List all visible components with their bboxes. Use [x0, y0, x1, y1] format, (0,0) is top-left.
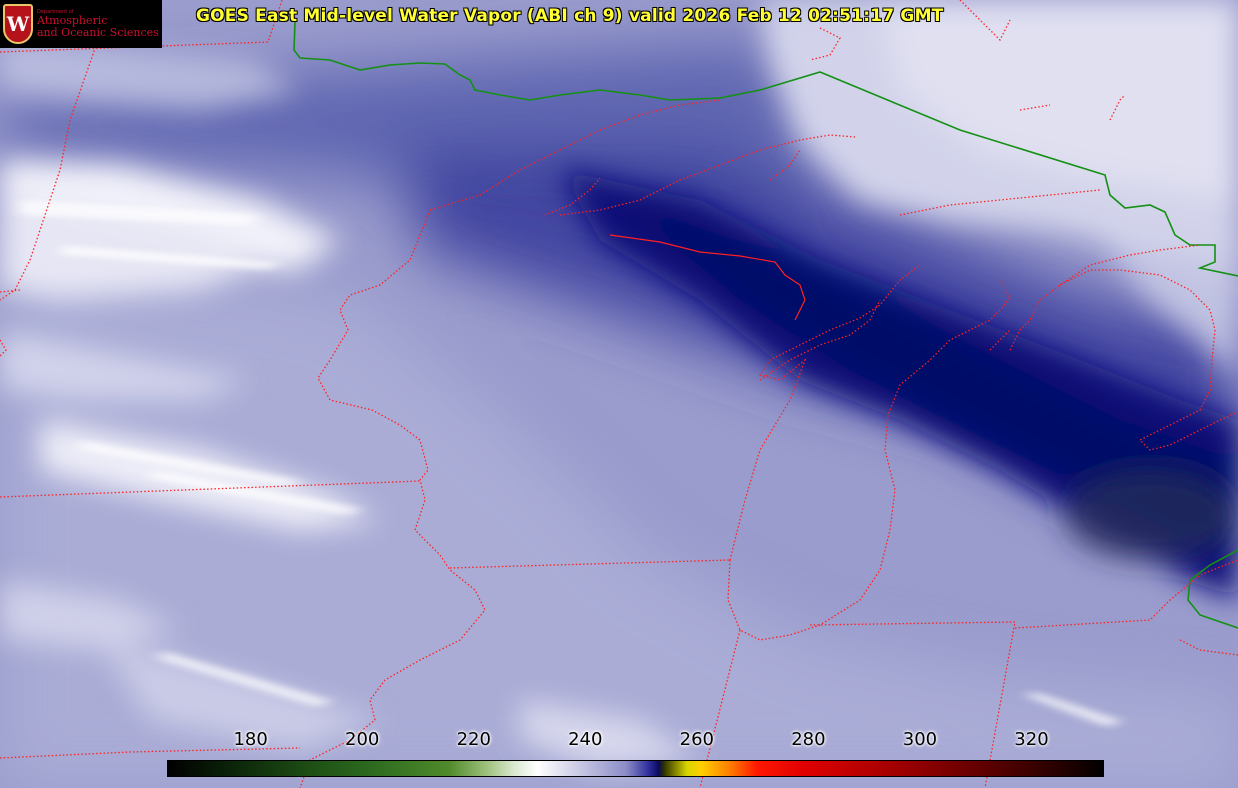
university-seal-icon: W: [3, 4, 33, 44]
uw-aos-logo[interactable]: W Department of Atmospheric and Oceanic …: [0, 0, 162, 48]
colorbar-tick-label: 260: [679, 729, 715, 750]
colorbar-tick-label: 320: [1014, 729, 1049, 750]
image-title: GOES East Mid-level Water Vapor (ABI ch …: [196, 6, 944, 26]
department-line-1: Atmospheric: [37, 14, 108, 28]
colorbar-tick-label: 180: [233, 729, 268, 750]
department-name: Department of Atmospheric and Oceanic Sc…: [37, 9, 159, 39]
water-vapor-map: [0, 0, 1238, 788]
colorbar-tick-label: 300: [902, 729, 938, 750]
colorbar-tick-label: 220: [456, 729, 491, 750]
colorbar-tick-label: 240: [568, 729, 603, 750]
temperature-colorbar: [167, 760, 1104, 777]
satellite-image-viewer: W Department of Atmospheric and Oceanic …: [0, 0, 1238, 788]
colorbar-tick-label: 200: [345, 729, 380, 750]
colorbar-tick-label: 280: [791, 729, 826, 750]
department-line-2: and Oceanic Sciences: [37, 25, 159, 39]
